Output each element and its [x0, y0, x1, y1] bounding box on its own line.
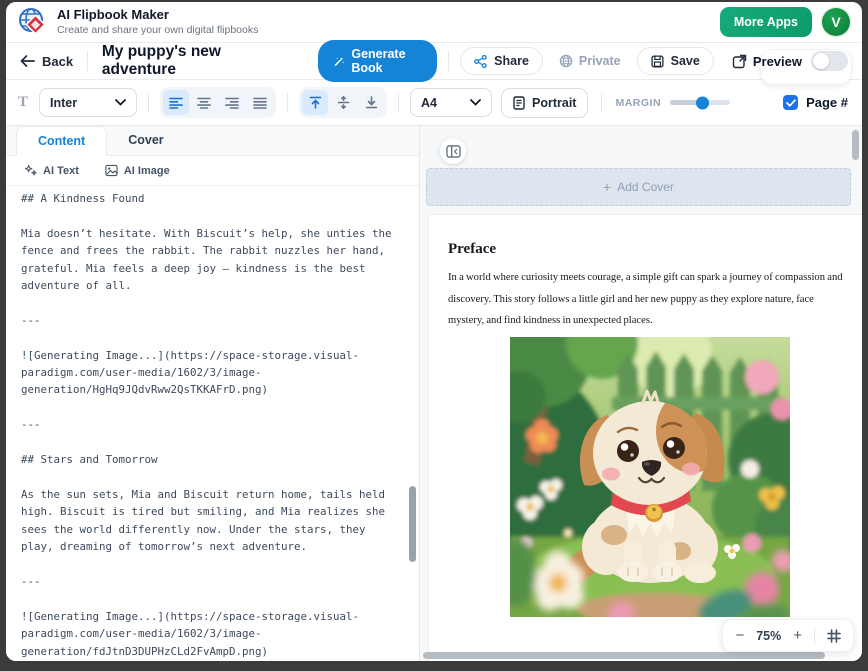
zoom-in-button[interactable]: +: [793, 628, 802, 643]
divider: [601, 93, 602, 113]
page-number-label: Page #: [806, 95, 848, 110]
vertical-align-group: [299, 87, 387, 118]
text-style-icon: T: [16, 94, 30, 111]
share-nodes-icon: [474, 55, 487, 68]
ai-tools-row: AI Text AI Image: [6, 156, 419, 186]
page-number-checkbox[interactable]: [783, 95, 798, 110]
check-icon: [786, 99, 796, 107]
divider: [398, 93, 399, 113]
magic-wand-icon: [334, 55, 344, 68]
ai-text-label: AI Text: [43, 165, 79, 177]
generate-book-label: Generate Book: [351, 47, 421, 75]
document-toolbar: Back My puppy's new adventure Generate B…: [6, 43, 862, 80]
ai-image-label: AI Image: [124, 165, 170, 177]
preview-label: Preview: [753, 54, 802, 69]
preview-control: Preview: [753, 51, 848, 71]
document-title[interactable]: My puppy's new adventure: [102, 43, 260, 79]
add-cover-button[interactable]: + Add Cover: [426, 168, 851, 206]
app-titles: AI Flipbook Maker Create and share your …: [57, 8, 258, 36]
align-justify-button[interactable]: [247, 90, 273, 115]
orientation-button[interactable]: Portrait: [501, 88, 588, 118]
font-select-value: Inter: [50, 96, 77, 110]
ai-image-button[interactable]: AI Image: [105, 164, 170, 177]
page-size-select[interactable]: A4: [410, 88, 492, 117]
more-apps-button[interactable]: More Apps: [720, 7, 812, 37]
markdown-editor[interactable]: ## A Kindness Found Mia doesn’t hesitate…: [6, 186, 419, 661]
save-label: Save: [671, 54, 700, 68]
valign-middle-button[interactable]: [330, 90, 356, 115]
image-icon: [105, 164, 118, 177]
document-icon: [513, 96, 525, 110]
preview-horizontal-scrollbar[interactable]: [423, 652, 825, 659]
margin-slider-knob[interactable]: [696, 96, 709, 109]
align-right-button[interactable]: [219, 90, 245, 115]
preview-panel: + Add Cover Preface In a world where cur…: [420, 126, 862, 661]
tab-cover[interactable]: Cover: [107, 126, 184, 155]
add-cover-label: Add Cover: [617, 180, 674, 194]
user-avatar[interactable]: V: [822, 8, 850, 36]
collapse-sidebar-icon: [446, 145, 461, 158]
preview-vertical-scrollbar[interactable]: [852, 130, 859, 160]
zoom-out-button[interactable]: −: [735, 628, 744, 643]
divider: [814, 628, 815, 644]
markdown-editor-text[interactable]: ## A Kindness Found Mia doesn’t hesitate…: [21, 190, 405, 660]
valign-bottom-button[interactable]: [358, 90, 384, 115]
sparkles-icon: [24, 164, 37, 177]
zoom-level: 75%: [756, 629, 781, 643]
plus-icon: +: [603, 179, 611, 195]
toggle-knob: [813, 53, 829, 69]
align-left-button[interactable]: [163, 90, 189, 115]
orientation-label: Portrait: [532, 96, 576, 110]
horizontal-align-group: [160, 87, 276, 118]
save-button[interactable]: Save: [637, 47, 714, 75]
app-window: AI Flipbook Maker Create and share your …: [6, 2, 862, 661]
puppy-garden-image: [510, 337, 790, 617]
back-label: Back: [42, 54, 73, 69]
preview-toggle[interactable]: [811, 51, 848, 71]
page-heading: Preface: [448, 241, 862, 258]
divider: [87, 51, 88, 71]
save-icon: [651, 55, 664, 68]
app-title: AI Flipbook Maker: [57, 8, 258, 23]
book-page[interactable]: Preface In a world where curiosity meets…: [429, 215, 862, 661]
open-external-button[interactable]: [732, 54, 747, 69]
collapse-panel-button[interactable]: [440, 138, 466, 164]
zoom-controls: − 75% +: [722, 619, 854, 652]
share-label: Share: [494, 54, 529, 68]
app-header: AI Flipbook Maker Create and share your …: [6, 2, 862, 43]
page-number-control[interactable]: Page #: [783, 95, 852, 110]
generate-book-button[interactable]: Generate Book: [318, 40, 437, 82]
font-select[interactable]: Inter: [39, 88, 137, 117]
divider: [287, 93, 288, 113]
globe-icon: [559, 54, 573, 68]
editor-panel: Content Cover AI Text: [6, 126, 420, 661]
page-paragraph: In a world where curiosity meets courage…: [448, 267, 852, 332]
app-logo-icon: [18, 7, 48, 37]
chevron-down-icon: [470, 99, 481, 106]
align-center-button[interactable]: [191, 90, 217, 115]
fit-grid-icon[interactable]: [827, 629, 841, 643]
editor-scrollbar[interactable]: [409, 486, 416, 562]
divider: [448, 51, 449, 71]
chevron-down-icon: [115, 99, 126, 106]
margin-slider[interactable]: [670, 100, 730, 105]
divider: [148, 93, 149, 113]
format-toolbar: T Inter: [6, 80, 862, 126]
margin-label: MARGIN: [615, 97, 661, 109]
private-label: Private: [579, 54, 621, 68]
share-button[interactable]: Share: [460, 47, 543, 75]
valign-top-button[interactable]: [302, 90, 328, 115]
private-button[interactable]: Private: [559, 54, 621, 68]
tab-content[interactable]: Content: [16, 126, 107, 156]
page-size-value: A4: [421, 96, 437, 110]
puppy-illustration: [510, 337, 790, 617]
external-link-icon: [732, 54, 747, 69]
back-button[interactable]: Back: [20, 54, 73, 69]
back-arrow-icon: [20, 55, 35, 67]
margin-slider-fill: [670, 100, 699, 105]
editor-tab-bar: Content Cover: [6, 126, 419, 156]
app-subtitle: Create and share your own digital flipbo…: [57, 24, 258, 36]
margin-control: MARGIN: [615, 97, 730, 109]
ai-text-button[interactable]: AI Text: [24, 164, 79, 177]
